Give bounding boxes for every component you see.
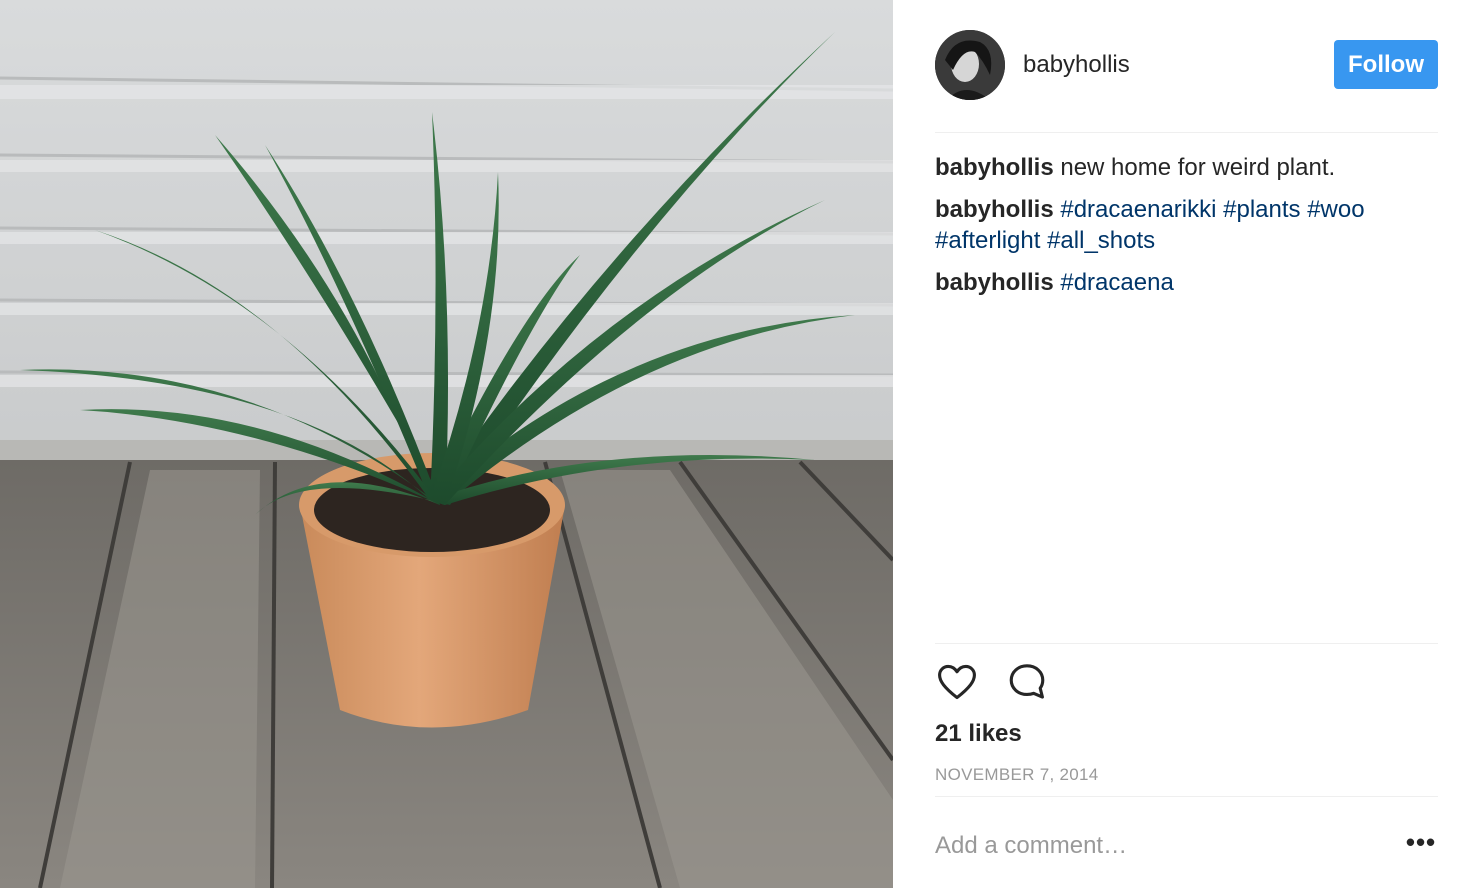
comment-username[interactable]: babyhollis <box>935 154 1054 181</box>
comment-item: babyhollis new home for weird plant. <box>935 152 1435 183</box>
comments-list: babyhollis new home for weird plant. bab… <box>935 152 1435 309</box>
comment-text: new home for weird plant. <box>1060 154 1336 181</box>
author-username[interactable]: babyhollis <box>1023 50 1130 80</box>
post-header: babyhollis Follow <box>935 30 1438 102</box>
hashtag-link[interactable]: #plants <box>1223 196 1300 223</box>
post-actions <box>935 660 1135 706</box>
comment-username[interactable]: babyhollis <box>935 269 1054 296</box>
post-date[interactable]: NOVEMBER 7, 2014 <box>935 764 1099 786</box>
more-options-icon[interactable]: ••• <box>1403 829 1439 862</box>
comment-input[interactable] <box>935 826 1375 866</box>
heart-icon[interactable] <box>935 660 981 706</box>
actions-divider <box>935 643 1438 644</box>
hashtag-link[interactable]: #all_shots <box>1047 227 1155 254</box>
header-divider <box>935 132 1438 133</box>
post-side-panel: babyhollis Follow babyhollis new home fo… <box>893 0 1472 888</box>
comment-item: babyhollis #dracaena <box>935 267 1435 298</box>
profile-photo-icon <box>935 30 1005 100</box>
hashtag-link[interactable]: #dracaenarikki <box>1060 196 1216 223</box>
comment-divider <box>935 796 1438 797</box>
likes-count[interactable]: 21 likes <box>935 719 1022 749</box>
avatar[interactable] <box>935 30 1005 100</box>
hashtag-link[interactable]: #dracaena <box>1060 269 1173 296</box>
hashtag-link[interactable]: #woo <box>1307 196 1364 223</box>
comment-username[interactable]: babyhollis <box>935 196 1054 223</box>
comment-bubble-icon[interactable] <box>1005 660 1051 706</box>
plant-photo-illustration <box>0 0 893 888</box>
comment-item: babyhollis #dracaenarikki #plants #woo #… <box>935 194 1435 256</box>
post-photo[interactable] <box>0 0 893 888</box>
hashtag-link[interactable]: #afterlight <box>935 227 1040 254</box>
follow-button[interactable]: Follow <box>1334 40 1438 89</box>
